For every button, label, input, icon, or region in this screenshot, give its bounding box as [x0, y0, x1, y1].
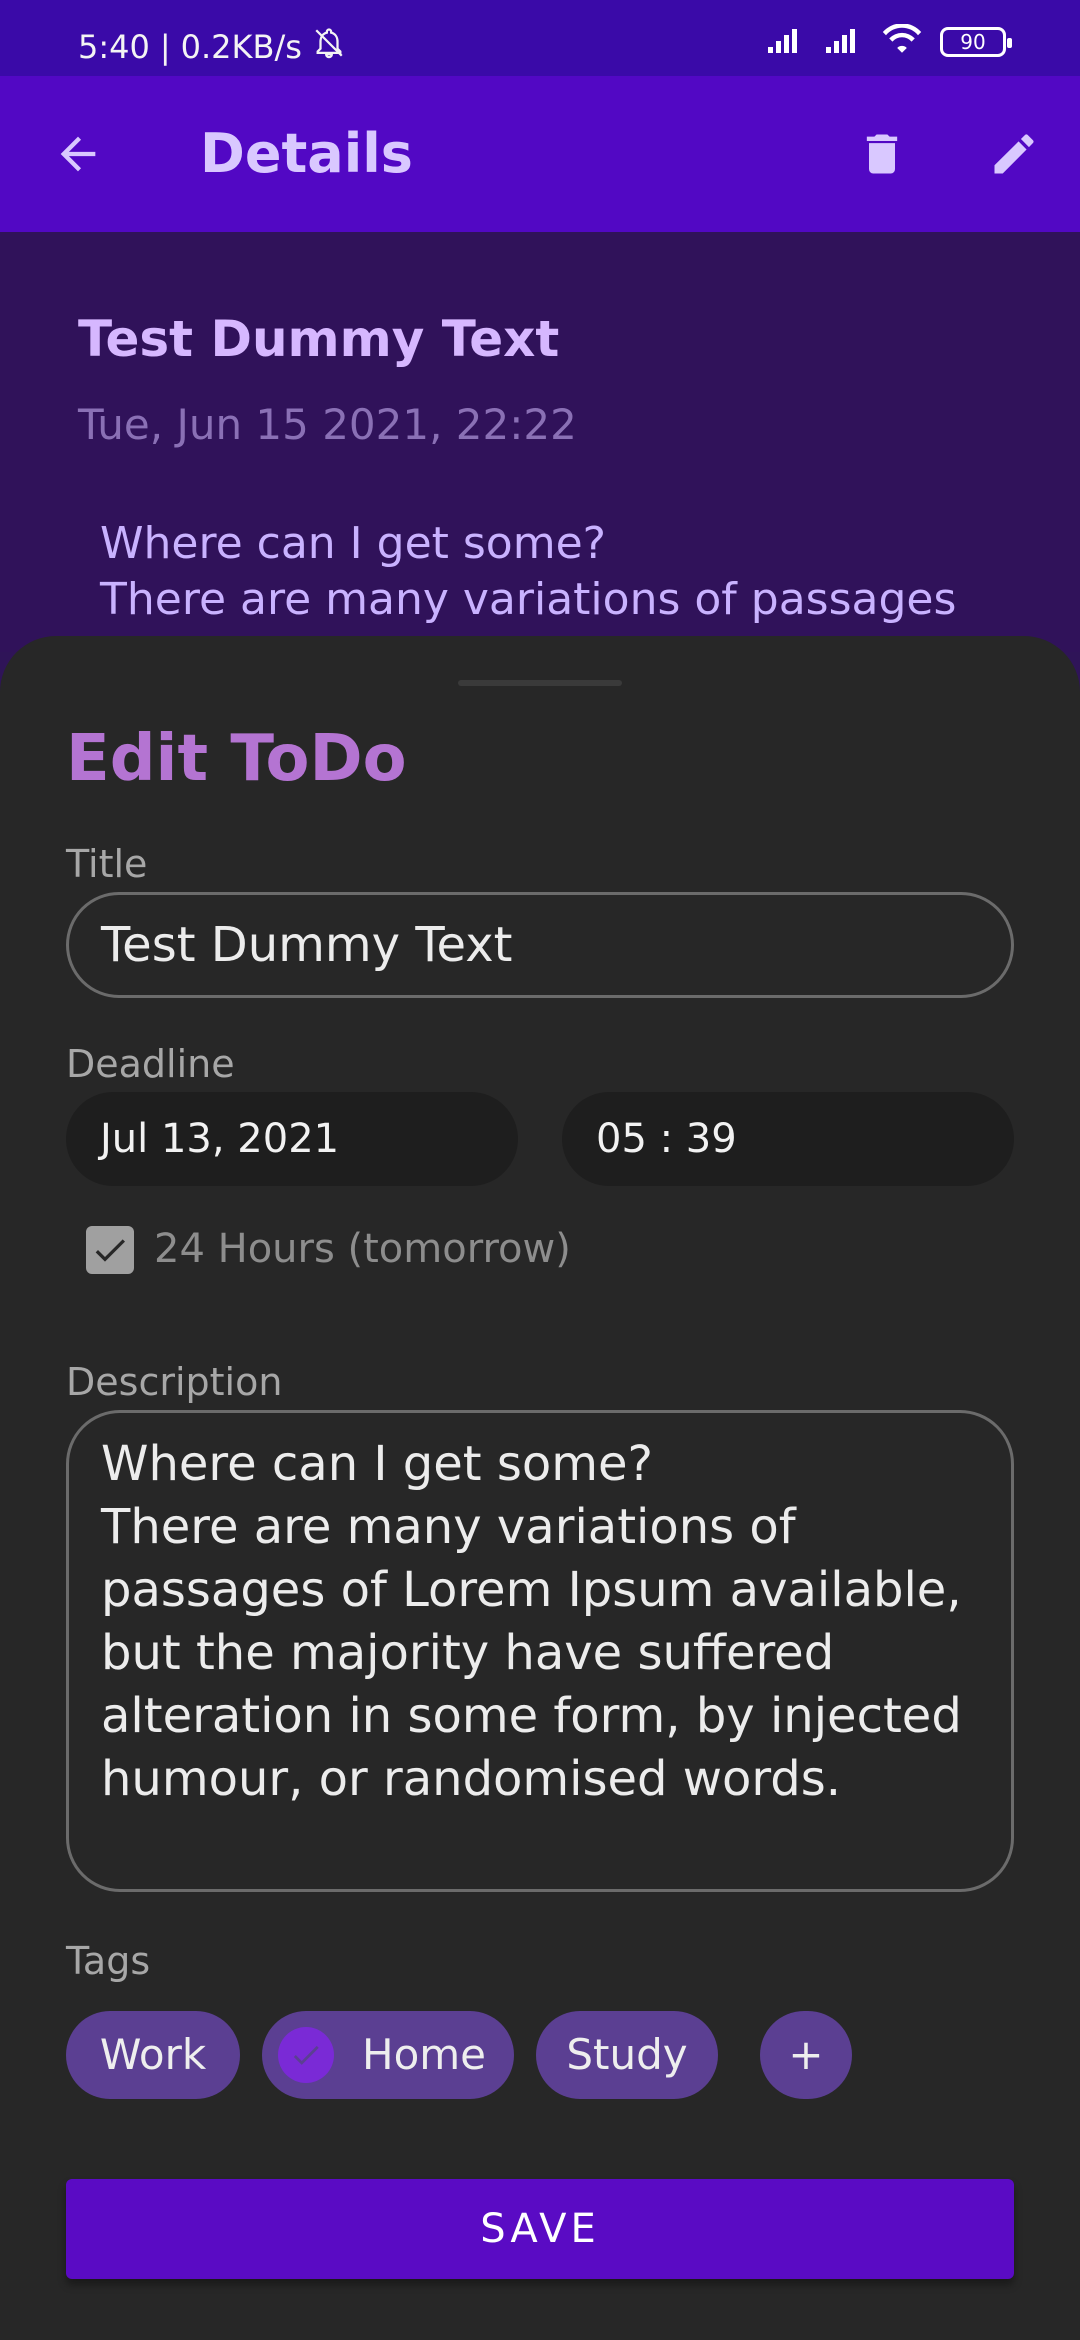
24-hours-label[interactable]: 24 Hours (tomorrow) [154, 1226, 571, 1272]
details-content: Test Dummy Text Tue, Jun 15 2021, 22:22 … [0, 232, 1080, 652]
details-body: Where can I get some? There are many var… [100, 516, 1000, 628]
title-label: Title [66, 842, 148, 886]
bell-off-icon [312, 26, 346, 68]
battery-level: 90 [960, 30, 986, 54]
signal-icon [766, 25, 806, 59]
battery-icon: 90 [940, 27, 1012, 57]
tag-chip-study[interactable]: Study [536, 2011, 718, 2099]
details-date: Tue, Jun 15 2021, 22:22 [78, 400, 577, 449]
details-body-line: Where can I get some? [100, 518, 606, 569]
add-tag-button[interactable]: + [760, 2011, 852, 2099]
screen: 5:40 | 0.2KB/s 90 Details Test Dummy Tex… [0, 0, 1080, 2340]
date-picker[interactable]: Jul 13, 2021 [66, 1092, 518, 1186]
app-bar: Details [0, 76, 1080, 232]
pencil-icon [994, 134, 1034, 174]
deadline-label: Deadline [66, 1042, 235, 1086]
edit-todo-sheet: Edit ToDo Title Test Dummy Text Deadline… [0, 636, 1080, 2340]
status-right: 90 [766, 23, 1012, 60]
back-button[interactable] [38, 114, 118, 194]
trash-icon [866, 134, 898, 174]
checkmark-icon [95, 1239, 125, 1262]
signal-icon-2 [824, 25, 864, 59]
tag-chip-work[interactable]: Work [66, 2011, 240, 2099]
tags-label: Tags [66, 1939, 151, 1983]
delete-button[interactable] [842, 114, 922, 194]
sheet-heading: Edit ToDo [66, 722, 407, 796]
status-divider: | [159, 28, 171, 66]
status-left: 5:40 | 0.2KB/s [78, 26, 346, 68]
arrow-back-icon [60, 136, 96, 172]
page-title: Details [200, 122, 413, 185]
status-time: 5:40 [78, 28, 150, 66]
tag-chip-home[interactable]: Home [262, 2011, 514, 2099]
title-input[interactable]: Test Dummy Text [66, 892, 1014, 998]
description-textarea[interactable]: Where can I get some? There are many var… [66, 1410, 1014, 1892]
wifi-icon [882, 23, 922, 60]
details-body-line: There are many variations of passages [100, 574, 957, 625]
check-circle-icon [278, 2027, 334, 2083]
details-title: Test Dummy Text [78, 310, 560, 368]
tag-chip-label: Home [361, 2030, 487, 2079]
status-bar: 5:40 | 0.2KB/s 90 [0, 0, 1080, 76]
time-picker[interactable]: 05 : 39 [562, 1092, 1014, 1186]
drag-handle[interactable] [458, 680, 622, 686]
description-label: Description [66, 1360, 283, 1404]
edit-button[interactable] [974, 114, 1054, 194]
status-net-speed: 0.2KB/s [180, 28, 302, 66]
save-button[interactable]: SAVE [66, 2179, 1014, 2279]
24-hours-checkbox[interactable] [86, 1226, 134, 1274]
